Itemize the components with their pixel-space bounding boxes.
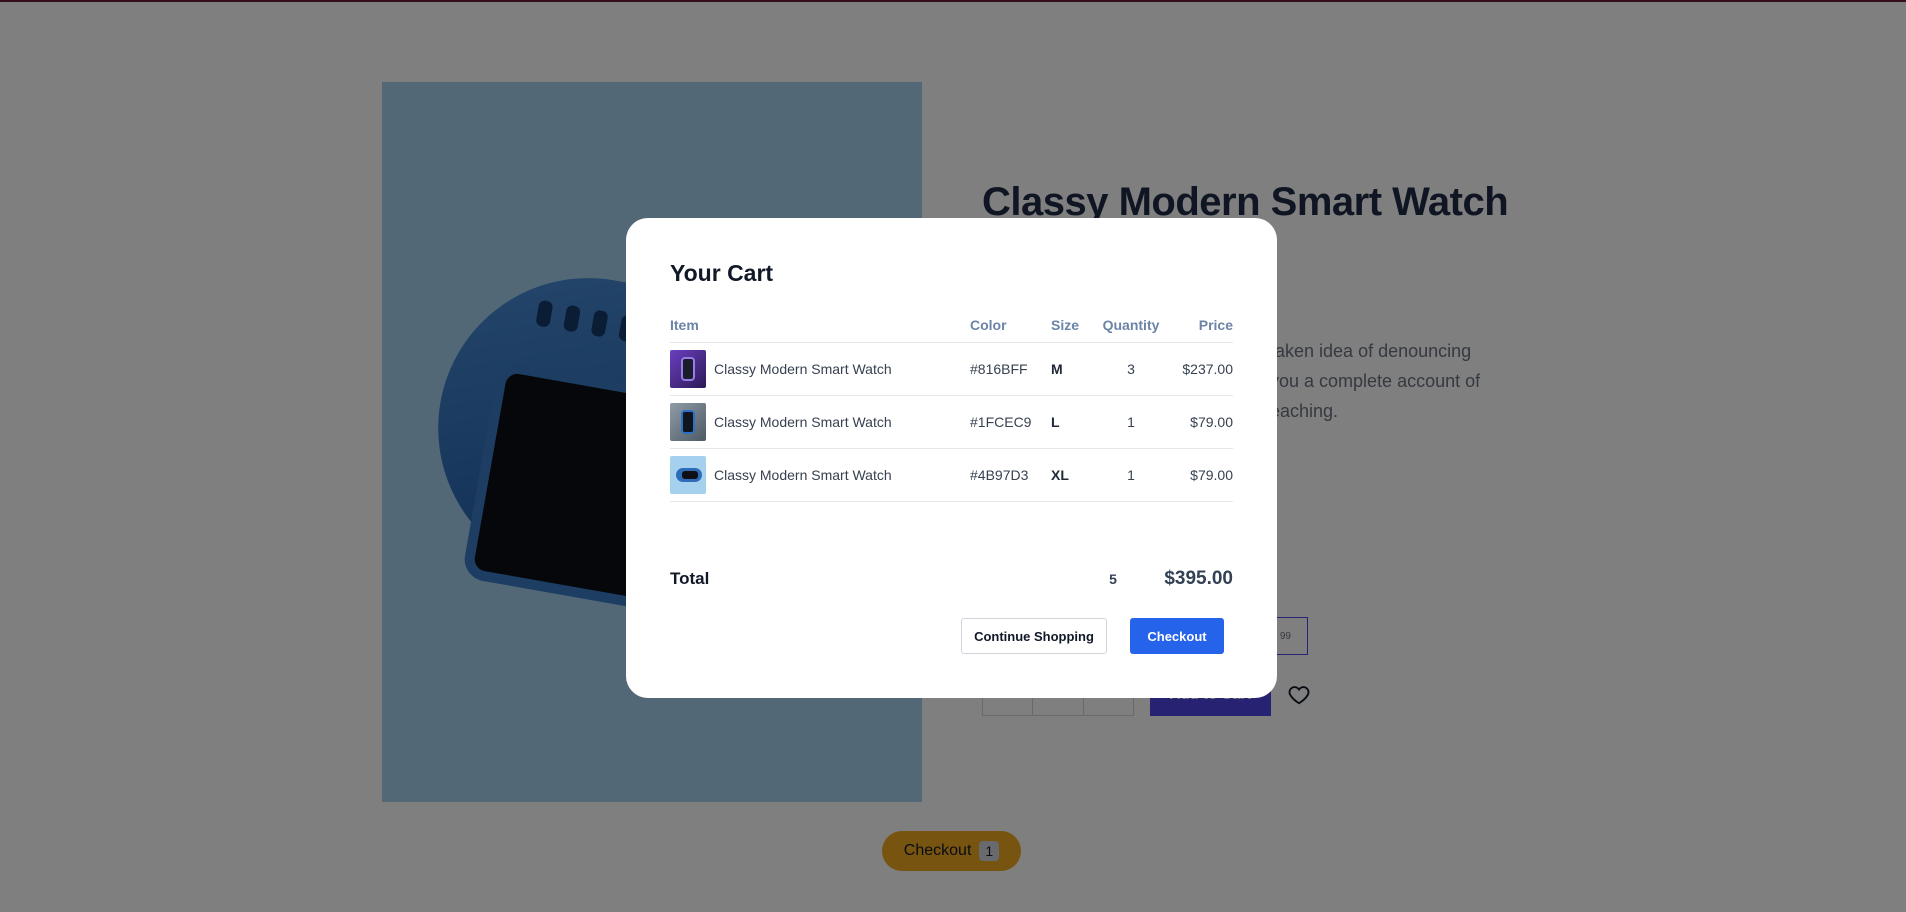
cart-title: Your Cart bbox=[670, 260, 774, 286]
product-thumbnail bbox=[670, 350, 706, 388]
item-size: M bbox=[1051, 361, 1063, 377]
continue-shopping-button[interactable]: Continue Shopping bbox=[961, 618, 1107, 654]
table-row: Classy Modern Smart Watch #4B97D3 XL 1 $… bbox=[670, 449, 1233, 502]
item-price: $237.00 bbox=[1182, 361, 1233, 377]
header-quantity: Quantity bbox=[1102, 317, 1160, 333]
header-price: Price bbox=[1198, 317, 1233, 333]
table-row: Classy Modern Smart Watch #816BFF M 3 $2… bbox=[670, 343, 1233, 396]
cart-table-header: Item Color Size Quantity Price bbox=[670, 308, 1233, 343]
product-thumbnail bbox=[670, 403, 706, 441]
item-color: #4B97D3 bbox=[970, 467, 1029, 483]
item-quantity: 1 bbox=[1127, 467, 1135, 483]
cart-table: Item Color Size Quantity Price Classy Mo… bbox=[670, 308, 1233, 502]
item-color: #816BFF bbox=[970, 361, 1028, 377]
item-price: $79.00 bbox=[1190, 467, 1233, 483]
cart-modal: Your Cart Item Color Size Quantity Price… bbox=[626, 218, 1277, 698]
total-label: Total bbox=[670, 569, 710, 588]
product-thumbnail bbox=[670, 456, 706, 494]
header-item: Item bbox=[670, 317, 699, 333]
cart-total-row: Total 5 $395.00 bbox=[670, 564, 1233, 594]
table-row: Classy Modern Smart Watch #1FCEC9 L 1 $7… bbox=[670, 396, 1233, 449]
item-color: #1FCEC9 bbox=[970, 414, 1032, 430]
header-size: Size bbox=[1051, 317, 1080, 333]
header-color: Color bbox=[970, 317, 1007, 333]
total-quantity: 5 bbox=[1109, 571, 1117, 587]
item-quantity: 3 bbox=[1127, 361, 1135, 377]
checkout-button[interactable]: Checkout bbox=[1130, 618, 1224, 654]
item-price: $79.00 bbox=[1190, 414, 1233, 430]
item-size: L bbox=[1051, 414, 1060, 430]
item-quantity: 1 bbox=[1127, 414, 1135, 430]
product-page: Classy Modern Smart Watch taken idea of … bbox=[0, 0, 1906, 912]
item-name: Classy Modern Smart Watch bbox=[714, 414, 892, 430]
item-size: XL bbox=[1051, 467, 1069, 483]
item-name: Classy Modern Smart Watch bbox=[714, 467, 892, 483]
item-name: Classy Modern Smart Watch bbox=[714, 361, 892, 377]
total-price: $395.00 bbox=[1164, 568, 1233, 589]
